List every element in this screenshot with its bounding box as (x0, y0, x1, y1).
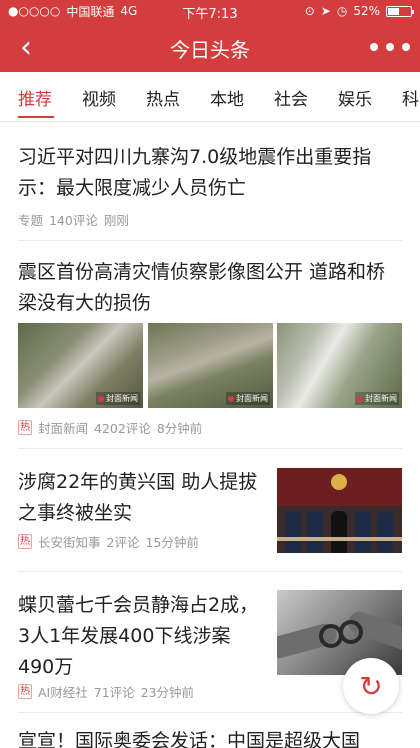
article-comments: 71评论 (93, 685, 135, 700)
article-time: 刚刚 (103, 213, 129, 228)
image-watermark: 封面新闻 (355, 392, 399, 405)
article-comments: 4202评论 (94, 421, 151, 436)
article-item[interactable]: 震区首份高清灾情侦察影像图公开 道路和桥梁没有大的损伤 (18, 257, 402, 319)
active-tab-indicator (18, 116, 54, 118)
article-comments: 2评论 (106, 535, 140, 550)
emblem-icon (331, 474, 347, 490)
signal-icon: ●○○○○ (8, 4, 61, 18)
article-title: 涉腐22年的黄兴国 助人提拔之事终被坐实 (18, 471, 258, 524)
battery-icon (386, 5, 414, 17)
hot-badge: 热 (18, 684, 32, 699)
status-bar: ●○○○○ 中国联通 4G 下午7:13 ⊙ ➤ ◷ 52% (0, 0, 420, 22)
hot-badge: 热 (18, 420, 32, 435)
refresh-button[interactable]: ↻ (343, 658, 399, 714)
rotation-lock-icon: ⊙ (304, 4, 315, 18)
carrier-label: 中国联通 (66, 4, 115, 19)
refresh-icon: ↻ (359, 669, 383, 703)
alarm-icon: ◷ (336, 4, 348, 18)
tab-local[interactable]: 本地 (210, 85, 244, 110)
tab-recommend[interactable]: 推荐 (18, 85, 52, 110)
back-chevron-icon: ‹ (20, 29, 32, 65)
article-title: 震区首份高清灾情侦察影像图公开 道路和桥梁没有大的损伤 (18, 261, 386, 314)
article-time: 15分钟前 (145, 535, 199, 550)
image-watermark: 封面新闻 (96, 392, 140, 405)
image-watermark: 封面新闻 (226, 392, 270, 405)
hot-badge: 热 (18, 534, 32, 549)
article-comments: 140评论 (49, 213, 98, 228)
article-meta: 热 封面新闻 4202评论 8分钟前 (18, 418, 402, 437)
article-source: 封面新闻 (38, 421, 89, 436)
article-item[interactable]: 宣宣！国际奥委会发话：中国是超级大国 (18, 726, 402, 748)
article-meta: 专题 140评论 刚刚 (18, 210, 402, 229)
article-source: AI财经社 (38, 685, 88, 700)
divider (18, 571, 402, 572)
nav-bar: ‹ 今日头条 (0, 22, 420, 72)
divider (18, 712, 402, 713)
article-image[interactable] (277, 468, 402, 553)
page-title: 今日头条 (170, 38, 250, 62)
battery-percent: 52% (353, 4, 380, 18)
network-label: 4G (120, 4, 138, 18)
divider (18, 240, 402, 241)
location-icon: ➤ (320, 4, 331, 18)
more-button[interactable] (370, 36, 410, 58)
article-source: 长安街知事 (38, 535, 101, 550)
tab-society[interactable]: 社会 (274, 85, 308, 110)
article-time: 8分钟前 (156, 421, 203, 436)
divider (18, 448, 402, 449)
article-image[interactable]: 封面新闻 (148, 323, 273, 408)
tab-tech[interactable]: 科 (402, 85, 419, 110)
article-title: 蝶贝蕾七千会员静海占2成，3人1年发展400下线涉案490万 (18, 594, 259, 678)
tab-video[interactable]: 视频 (82, 85, 116, 110)
article-title: 习近平对四川九寨沟7.0级地震作出重要指示：最大限度减少人员伤亡 (18, 146, 372, 199)
article-item[interactable]: 涉腐22年的黄兴国 助人提拔之事终被坐实 (18, 467, 263, 529)
more-dots-icon (386, 43, 394, 51)
more-dots-icon (402, 43, 410, 51)
article-title: 宣宣！国际奥委会发话：中国是超级大国 (18, 730, 361, 748)
article-item[interactable]: 蝶贝蕾七千会员静海占2成，3人1年发展400下线涉案490万 (18, 590, 263, 683)
article-image[interactable]: 封面新闻 (277, 323, 402, 408)
article-meta: 热 长安街知事 2评论 15分钟前 (18, 532, 263, 551)
article-item[interactable]: 习近平对四川九寨沟7.0级地震作出重要指示：最大限度减少人员伤亡 专题 140评… (18, 142, 402, 229)
article-meta: 热 AI财经社 71评论 23分钟前 (18, 682, 263, 701)
article-source: 专题 (18, 213, 44, 228)
tab-entertainment[interactable]: 娱乐 (338, 85, 372, 110)
channel-tabs: 推荐 视频 热点 本地 社会 娱乐 科 (0, 72, 420, 122)
article-time: 23分钟前 (140, 685, 195, 700)
more-dots-icon (370, 43, 378, 51)
article-image[interactable]: 封面新闻 (18, 323, 143, 408)
tab-hot[interactable]: 热点 (146, 85, 180, 110)
back-button[interactable]: ‹ (8, 29, 44, 65)
battery-level (388, 7, 400, 15)
